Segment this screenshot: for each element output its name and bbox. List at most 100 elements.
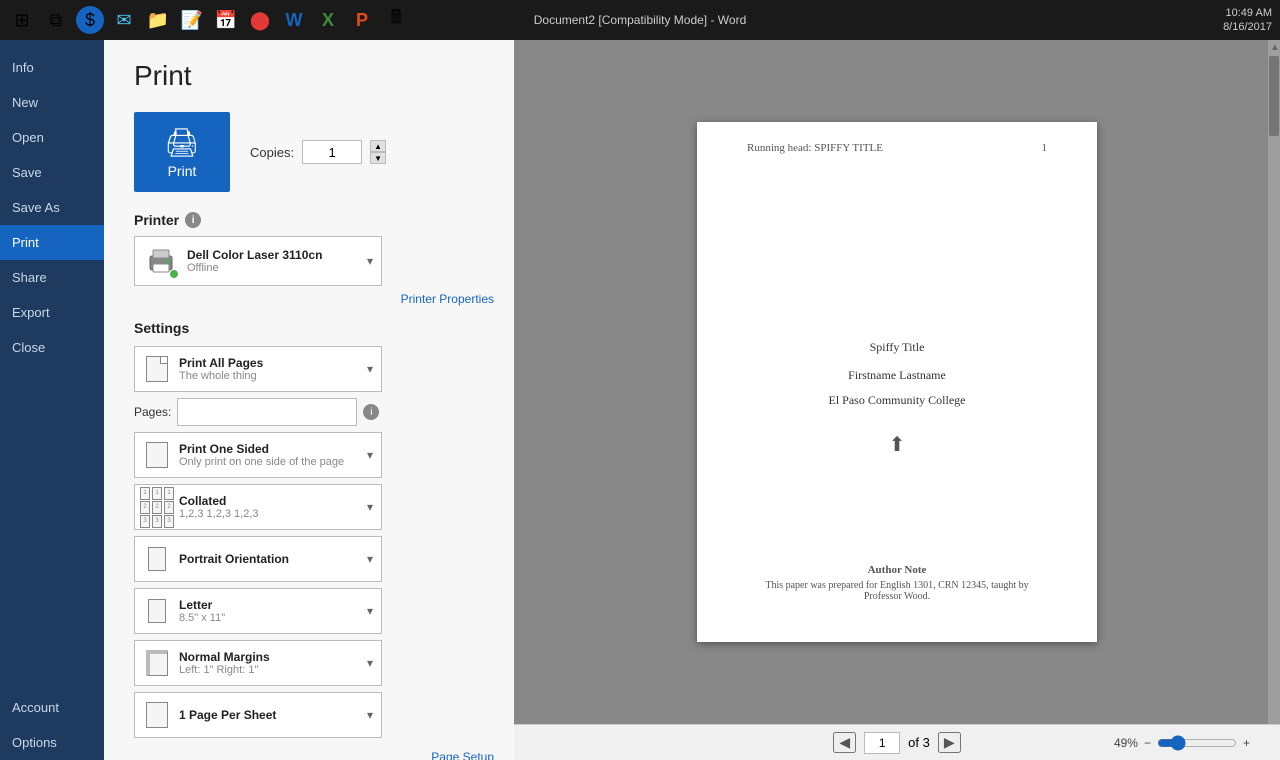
zoom-out-icon[interactable]: − (1144, 736, 1151, 750)
taskbar-right: 10:49 AM 8/16/2017 (1223, 6, 1272, 35)
printer-status-indicator (169, 269, 179, 279)
copies-label: Copies: (250, 145, 294, 160)
pages-info-icon[interactable]: i (363, 404, 379, 420)
prev-page-button[interactable]: ◀ (833, 732, 856, 753)
printer-section-title: Printer i (134, 212, 494, 228)
chrome-icon[interactable]: ⬤ (246, 6, 274, 34)
collated-setting[interactable]: 123 123 123 Collated 1,2,3 1,2,3 1,2,3 ▾ (134, 484, 382, 530)
page-number: 1 (1042, 142, 1048, 154)
print-panel: Print 🖨 Print Copies: ▲ ▼ Printer i (104, 40, 514, 760)
author-note-title: Author Note (747, 564, 1047, 576)
sidebar-item-open[interactable]: Open (0, 120, 104, 155)
sticky-notes-icon[interactable]: 📝 (178, 6, 206, 34)
margins-arrow: ▾ (367, 656, 373, 670)
one-sided-arrow: ▾ (367, 448, 373, 462)
outlook-icon[interactable]: 📅 (212, 6, 240, 34)
doc-center-content: Spiffy Title Firstname Lastname El Paso … (829, 337, 966, 412)
zoom-area: 49% − + (1114, 735, 1250, 751)
explorer-icon[interactable]: 📁 (144, 6, 172, 34)
printer-name: Dell Color Laser 3110cn (187, 248, 322, 262)
sidebar-item-save-as[interactable]: Save As (0, 190, 104, 225)
doc-body: Spiffy Title Firstname Lastname El Paso … (747, 192, 1047, 602)
print-one-sided-setting[interactable]: Print One Sided Only print on one side o… (134, 432, 382, 478)
document-page: Running head: SPIFFY TITLE 1 Spiffy Titl… (697, 122, 1097, 642)
pages-input[interactable] (177, 398, 357, 426)
orientation-text: Portrait Orientation (179, 552, 359, 566)
print-button[interactable]: 🖨 Print (134, 112, 230, 192)
window-title: Document2 [Compatibility Mode] - Word (534, 13, 747, 27)
preview-scrollbar[interactable]: ▲ (1268, 40, 1280, 724)
current-page-input[interactable] (864, 732, 900, 754)
copies-increment[interactable]: ▲ (370, 140, 386, 152)
taskbar: ⊞ ⧉ $ ✉ 📁 📝 📅 ⬤ W X P 🖩 Document2 [Compa… (0, 0, 1280, 40)
collated-text: Collated 1,2,3 1,2,3 1,2,3 (179, 494, 359, 520)
next-page-button[interactable]: ▶ (938, 732, 961, 753)
print-all-pages-setting[interactable]: Print All Pages The whole thing ▾ (134, 346, 382, 392)
sidebar-item-options[interactable]: Options (0, 725, 104, 760)
calculator-icon[interactable]: 🖩 (382, 6, 410, 34)
zoom-slider[interactable] (1157, 735, 1237, 751)
print-controls: 🖨 Print Copies: ▲ ▼ (134, 112, 494, 192)
mail-icon[interactable]: ✉ (110, 6, 138, 34)
paper-size-text: Letter 8.5" x 11" (179, 598, 359, 624)
sidebar-item-new[interactable]: New (0, 85, 104, 120)
word-icon[interactable]: W (280, 6, 308, 34)
printer-icon: 🖨 (164, 126, 200, 159)
sidebar-item-info[interactable]: Info (0, 50, 104, 85)
printer-status: Offline (187, 262, 322, 274)
start-button[interactable]: ⊞ (8, 6, 36, 34)
printer-dropdown-arrow: ▾ (367, 254, 373, 268)
app-container: Info New Open Save Save As Print Share E… (0, 40, 1280, 760)
zoom-in-icon[interactable]: + (1243, 736, 1250, 750)
paper-size-setting[interactable]: Letter 8.5" x 11" ▾ (134, 588, 382, 634)
settings-section-title: Settings (134, 320, 494, 336)
task-view-icon[interactable]: ⧉ (42, 6, 70, 34)
preview-scroll: ▲ Running head: SPIFFY TITLE 1 Spiffy Ti… (514, 40, 1280, 724)
excel-icon[interactable]: X (314, 6, 342, 34)
print-all-pages-arrow: ▾ (367, 362, 373, 376)
pages-label: Pages: (134, 405, 171, 419)
collated-arrow: ▾ (367, 500, 373, 514)
paper-size-icon (143, 597, 171, 625)
printer-details: Dell Color Laser 3110cn Offline (187, 248, 322, 274)
preview-nav: ◀ of 3 ▶ 49% − + (514, 724, 1280, 760)
copies-spinner: ▲ ▼ (370, 140, 386, 164)
print-one-sided-text: Print One Sided Only print on one side o… (179, 442, 359, 468)
finance-icon[interactable]: $ (76, 6, 104, 34)
page-icon (143, 355, 171, 383)
doc-author: Firstname Lastname (829, 365, 966, 387)
margins-text: Normal Margins Left: 1" Right: 1" (179, 650, 359, 676)
collated-icon: 123 123 123 (143, 493, 171, 521)
margins-icon (143, 649, 171, 677)
sidebar-item-save[interactable]: Save (0, 155, 104, 190)
sidebar-item-share[interactable]: Share (0, 260, 104, 295)
author-note-text: This paper was prepared for English 1301… (747, 580, 1047, 602)
clock: 10:49 AM 8/16/2017 (1223, 6, 1272, 35)
nav-sidebar: Info New Open Save Save As Print Share E… (0, 40, 104, 760)
margins-setting[interactable]: Normal Margins Left: 1" Right: 1" ▾ (134, 640, 382, 686)
copies-input[interactable] (302, 140, 362, 164)
powerpoint-icon[interactable]: P (348, 6, 376, 34)
doc-title: Spiffy Title (829, 337, 966, 359)
printer-info-icon[interactable]: i (185, 212, 201, 228)
printer-properties-link[interactable]: Printer Properties (134, 292, 494, 306)
page-title: Print (134, 60, 494, 92)
sidebar-item-export[interactable]: Export (0, 295, 104, 330)
scroll-thumb[interactable] (1269, 56, 1279, 136)
page-count: of 3 (908, 735, 930, 750)
printer-dropdown[interactable]: Dell Color Laser 3110cn Offline ▾ (134, 236, 382, 286)
copies-decrement[interactable]: ▼ (370, 152, 386, 164)
sidebar-item-close[interactable]: Close (0, 330, 104, 365)
pages-per-sheet-icon (143, 701, 171, 729)
pages-per-sheet-setting[interactable]: 1 Page Per Sheet ▾ (134, 692, 382, 738)
paper-size-arrow: ▾ (367, 604, 373, 618)
sidebar-item-print[interactable]: Print (0, 225, 104, 260)
zoom-level: 49% (1114, 736, 1138, 750)
copies-area: Copies: ▲ ▼ (250, 140, 386, 164)
doc-header: Running head: SPIFFY TITLE 1 (747, 142, 1047, 154)
orientation-setting[interactable]: Portrait Orientation ▾ (134, 536, 382, 582)
one-sided-icon (143, 441, 171, 469)
page-setup-link[interactable]: Page Setup (134, 750, 494, 760)
orientation-arrow: ▾ (367, 552, 373, 566)
print-all-pages-text: Print All Pages The whole thing (179, 356, 359, 382)
